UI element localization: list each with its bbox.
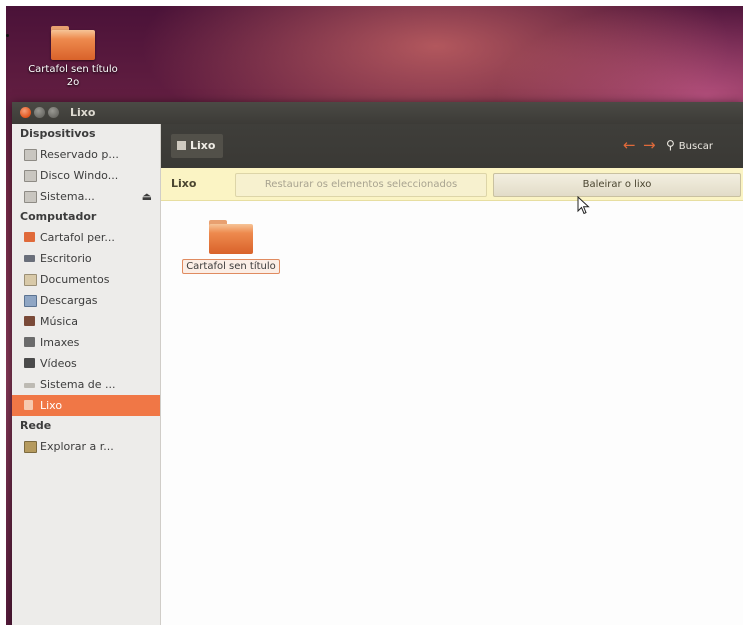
documents-icon (24, 274, 37, 286)
sidebar-item-music[interactable]: Música (12, 311, 160, 332)
toolbar: Lixo ← → ⚲ Buscar (161, 124, 743, 168)
sidebar-item-desktop[interactable]: Escritorio (12, 248, 160, 269)
desktop-folder[interactable]: Cartafol sen título 2o (18, 26, 128, 89)
back-arrow-icon[interactable]: ← (623, 136, 636, 154)
trash-item-folder[interactable]: Cartafol sen título (173, 220, 289, 274)
trash-info-bar: Lixo Restaurar os elementos seleccionado… (161, 168, 743, 201)
empty-trash-button[interactable]: Baleirar o lixo (493, 173, 741, 197)
eject-icon[interactable]: ⏏ (142, 186, 152, 207)
breadcrumb-trash[interactable]: Lixo (171, 134, 224, 158)
file-manager-window: Lixo Dispositivos Reservado p... Disco W… (12, 102, 743, 625)
window-titlebar[interactable]: Lixo (12, 102, 743, 124)
music-icon (24, 316, 35, 326)
sidebar-item-trash[interactable]: Lixo (12, 395, 160, 416)
drive-icon (24, 170, 37, 182)
drive-icon (24, 149, 37, 161)
sidebar-item-documents[interactable]: Documentos (12, 269, 160, 290)
close-window-button[interactable] (20, 107, 31, 118)
folder-icon (51, 26, 95, 60)
search-icon: ⚲ (666, 138, 675, 152)
file-view: Lixo ← → ⚲ Buscar Lixo Restaurar os eleme… (161, 124, 743, 625)
minimize-window-button[interactable] (34, 107, 45, 118)
trash-icon (177, 141, 186, 150)
sidebar-item-reserved-drive[interactable]: Reservado p... (12, 144, 160, 165)
sidebar-item-videos[interactable]: Vídeos (12, 353, 160, 374)
filesystem-icon (24, 383, 35, 388)
sidebar-item-pictures[interactable]: Imaxes (12, 332, 160, 353)
desktop-dot (6, 34, 9, 37)
folder-icon (209, 220, 253, 254)
maximize-window-button[interactable] (48, 107, 59, 118)
sidebar-item-downloads[interactable]: Descargas (12, 290, 160, 311)
mouse-cursor-icon (577, 196, 590, 215)
desktop-icon (24, 255, 35, 262)
trash-icon (24, 400, 33, 410)
pictures-icon (24, 337, 35, 347)
home-folder-icon (24, 232, 35, 242)
places-sidebar: Dispositivos Reservado p... Disco Windo.… (12, 124, 161, 625)
downloads-icon (24, 295, 37, 307)
restore-selected-button[interactable]: Restaurar os elementos seleccionados (235, 173, 487, 197)
desktop-folder-label: Cartafol sen título 2o (28, 64, 118, 88)
sidebar-section-computer: Computador (20, 210, 97, 223)
sidebar-item-browse-network[interactable]: Explorar a r... (12, 436, 160, 457)
search-button[interactable]: ⚲ Buscar (666, 138, 713, 152)
sidebar-item-system-drive[interactable]: Sistema... ⏏ (12, 186, 160, 207)
window-title: Lixo (70, 106, 96, 119)
file-item-label: Cartafol sen título (182, 259, 280, 274)
videos-icon (24, 358, 35, 368)
sidebar-item-filesystem[interactable]: Sistema de ... (12, 374, 160, 395)
sidebar-item-windows-disk[interactable]: Disco Windo... (12, 165, 160, 186)
info-bar-label: Lixo (171, 177, 197, 190)
network-icon (24, 441, 37, 453)
forward-arrow-icon[interactable]: → (643, 136, 656, 154)
sidebar-section-network: Rede (20, 419, 52, 432)
sidebar-section-devices: Dispositivos (20, 127, 96, 140)
drive-icon (24, 191, 37, 203)
desktop: Cartafol sen título 2o Lixo Dispositivos… (6, 6, 743, 625)
sidebar-item-home[interactable]: Cartafol per... (12, 227, 160, 248)
